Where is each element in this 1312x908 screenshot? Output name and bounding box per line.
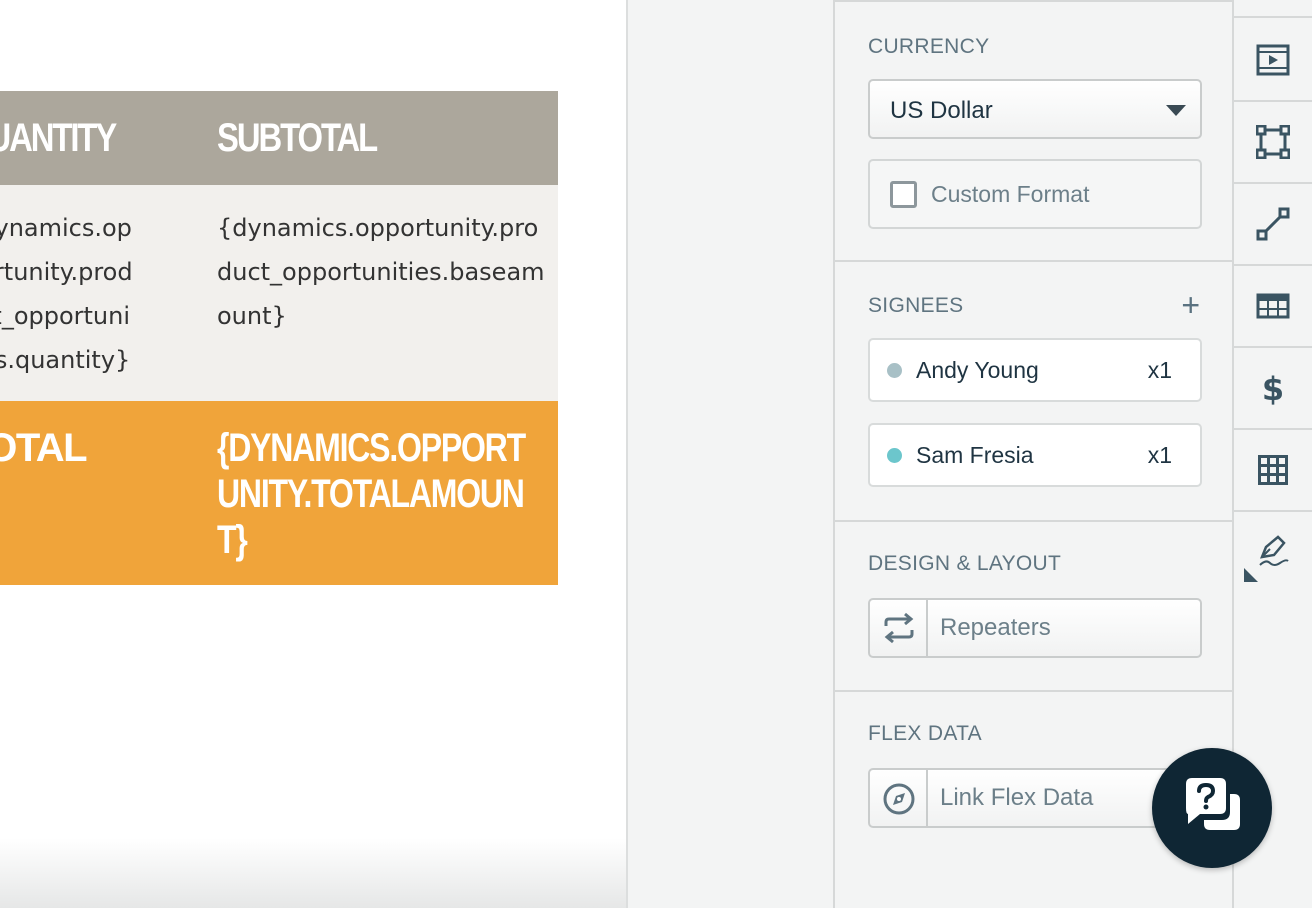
- currency-select[interactable]: US Dollar: [868, 79, 1202, 139]
- repeaters-button[interactable]: Repeaters: [868, 598, 1202, 658]
- document-canvas: QUANTITY SUBTOTAL {dynamics.opportunity.…: [0, 0, 626, 908]
- svg-text:$: $: [1262, 371, 1284, 405]
- line-tool[interactable]: [1234, 184, 1312, 266]
- currency-section: CURRENCY US Dollar Custom Format: [835, 0, 1232, 262]
- design-layout-section: DESIGN & LAYOUT Repeaters: [835, 522, 1232, 692]
- help-chat-icon: [1186, 778, 1240, 830]
- table-row: {dynamics.opportunity.product_opportunit…: [0, 185, 558, 401]
- toolbar-divider: [1234, 0, 1312, 18]
- repeat-icon: [870, 600, 928, 656]
- header-quantity: QUANTITY: [0, 116, 117, 160]
- signature-tool[interactable]: [1234, 512, 1312, 594]
- video-tool[interactable]: [1234, 20, 1312, 102]
- table-icon: [1256, 293, 1290, 319]
- custom-format-label: Custom Format: [931, 181, 1090, 207]
- link-flex-data-label: Link Flex Data: [940, 784, 1094, 811]
- line-icon: [1256, 207, 1290, 241]
- signee-count: x1: [1147, 357, 1172, 383]
- signee-name: Andy Young: [916, 357, 1039, 383]
- video-icon: [1256, 44, 1290, 76]
- signees-title: SIGNEES: [868, 294, 964, 317]
- compass-icon: [870, 770, 928, 826]
- grid-icon: [1258, 455, 1288, 485]
- cell-subtotal: {dynamics.opportunity.product_opportunit…: [217, 214, 545, 330]
- active-tool-marker: [1244, 568, 1258, 582]
- help-chat-button[interactable]: [1152, 748, 1272, 868]
- table-header-row: QUANTITY SUBTOTAL: [0, 91, 558, 185]
- grid-tool[interactable]: [1234, 430, 1312, 512]
- currency-title: CURRENCY: [868, 35, 990, 58]
- shape-icon: [1256, 125, 1290, 159]
- custom-format-row[interactable]: Custom Format: [868, 159, 1202, 229]
- signature-pen-icon: [1259, 535, 1289, 566]
- canvas-bottom-fade: [0, 838, 626, 908]
- cell-quantity: {dynamics.opportunity.product_opportunit…: [0, 214, 133, 374]
- header-subtotal: SUBTOTAL: [217, 116, 378, 160]
- signee-item[interactable]: Andy Young x1: [868, 338, 1202, 402]
- canvas-gutter: [626, 0, 834, 908]
- table-total-row: TOTAL {DYNAMICS.OPPORTUNITY.TOTALAMOUNT}: [0, 401, 558, 585]
- custom-format-checkbox[interactable]: [890, 181, 917, 208]
- pricing-table[interactable]: QUANTITY SUBTOTAL {dynamics.opportunity.…: [0, 91, 558, 585]
- table-tool[interactable]: [1234, 266, 1312, 348]
- repeaters-label: Repeaters: [940, 614, 1051, 641]
- signee-color-dot: [887, 448, 902, 463]
- chevron-down-icon: [1166, 105, 1186, 116]
- total-value: {DYNAMICS.OPPORTUNITY.TOTALAMOUNT}: [217, 426, 526, 562]
- flex-data-title: FLEX DATA: [868, 722, 982, 745]
- signee-count: x1: [1147, 442, 1172, 468]
- signee-name: Sam Fresia: [916, 442, 1034, 468]
- plus-icon[interactable]: +: [1181, 289, 1200, 321]
- shape-tool[interactable]: [1234, 102, 1312, 184]
- signees-section: SIGNEES + Andy Young x1 Sam Fresia x1: [835, 262, 1232, 522]
- currency-select-value: US Dollar: [890, 97, 993, 124]
- design-layout-title: DESIGN & LAYOUT: [868, 552, 1062, 575]
- signee-color-dot: [887, 363, 902, 378]
- pricing-tool[interactable]: $: [1234, 348, 1312, 430]
- dollar-icon: $: [1262, 371, 1284, 405]
- signee-item[interactable]: Sam Fresia x1: [868, 423, 1202, 487]
- total-label: TOTAL: [0, 426, 88, 470]
